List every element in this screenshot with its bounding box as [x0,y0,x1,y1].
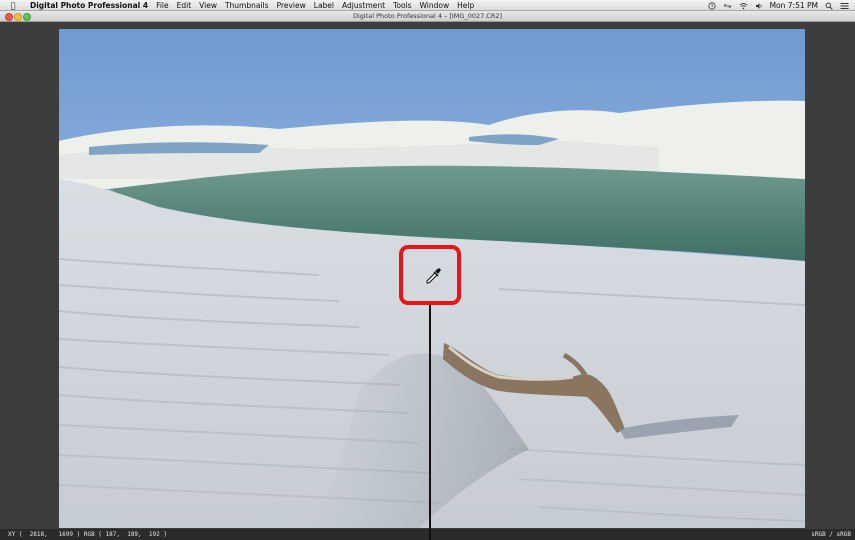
pixel-readout: XY ( 2818, 1699 ) RGB ( 187, 189, 192 ) [8,531,167,538]
window-titlebar: Digital Photo Professional 4 – [IMG_0027… [0,11,855,22]
color-space-label: sRGB / sRGB [811,531,851,538]
menu-label[interactable]: Label [314,1,334,10]
menu-extras: Mon 7:51 PM [707,0,849,11]
clock-icon[interactable] [707,1,716,10]
menu-file[interactable]: File [156,1,169,10]
menu-app-name[interactable]: Digital Photo Professional 4 [30,1,148,10]
menu-view[interactable]: View [199,1,217,10]
menu-help[interactable]: Help [457,1,474,10]
menu-tools[interactable]: Tools [393,1,411,10]
apple-icon[interactable]:  [8,1,18,10]
menu-preview[interactable]: Preview [277,1,306,10]
menu-clock[interactable]: Mon 7:51 PM [770,1,818,10]
window-title: Digital Photo Professional 4 – [IMG_0027… [352,12,503,20]
menu-bar:  Digital Photo Professional 4 File Edit… [0,0,855,11]
callout-leader-line [429,305,431,540]
menu-edit[interactable]: Edit [177,1,192,10]
wifi-icon[interactable] [739,2,748,10]
menu-window[interactable]: Window [420,1,450,10]
status-bar: XY ( 2818, 1699 ) RGB ( 187, 189, 192 ) … [0,529,855,540]
menu-thumbnails[interactable]: Thumbnails [225,1,269,10]
sync-icon[interactable] [723,2,732,10]
eyedropper-icon [426,268,441,284]
menu-adjustment[interactable]: Adjustment [342,1,385,10]
spotlight-icon[interactable] [825,2,833,10]
volume-icon[interactable] [755,2,763,10]
notification-list-icon[interactable] [840,2,849,10]
